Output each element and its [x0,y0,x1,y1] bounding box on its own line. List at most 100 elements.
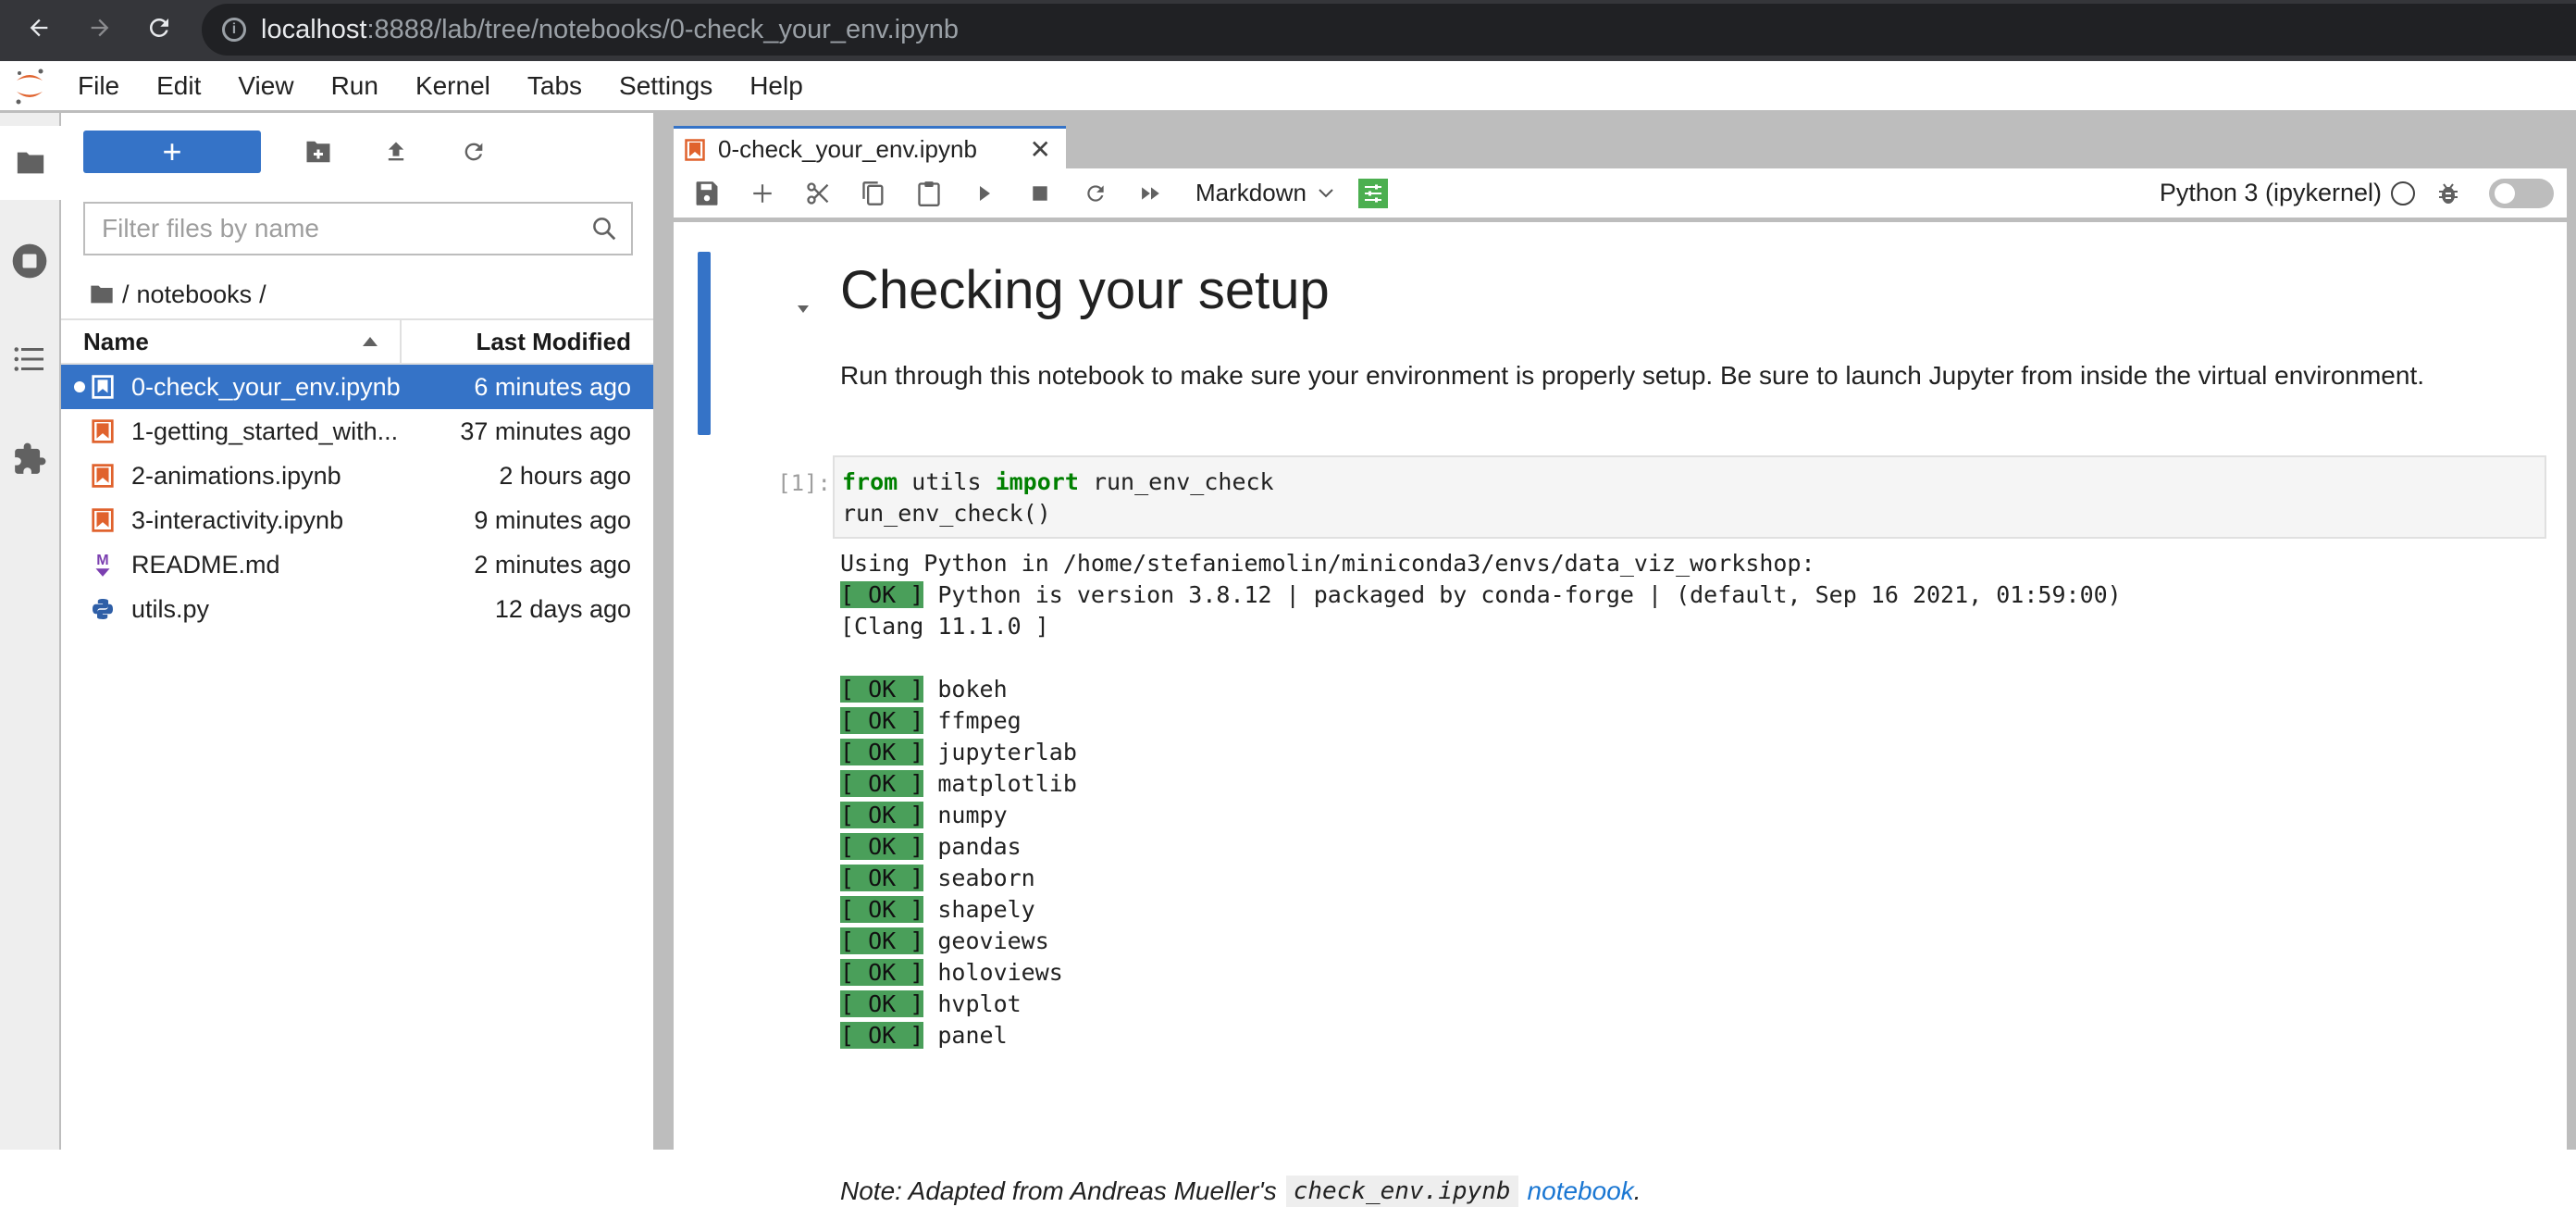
code-token: run_env_check [1078,468,1274,495]
panel-splitter[interactable] [653,113,668,1150]
interrupt-kernel-button[interactable] [1023,177,1057,210]
file-list: 0-check_your_env.ipynb 6 minutes ago 1-g… [61,365,653,631]
list-icon [14,347,43,371]
active-cell-indicator[interactable] [698,252,711,435]
ok-badge: [ OK ] [840,959,924,986]
collapse-heading-icon[interactable] [798,305,809,313]
file-row-utils[interactable]: utils.py 12 days ago [61,587,653,631]
notebook-link[interactable]: notebook [1528,1176,1634,1206]
file-browser-toolbar: + [83,130,494,174]
refresh-file-list-button[interactable] [453,131,494,172]
file-row-1-getting-started[interactable]: 1-getting_started_with... 37 minutes ago [61,409,653,454]
new-folder-button[interactable] [298,131,339,172]
debugger-toggle[interactable] [2489,178,2554,208]
file-row-readme[interactable]: M README.md 2 minutes ago [61,542,653,587]
table-of-contents-tab[interactable] [0,322,59,396]
ok-badge: [ OK ] [840,739,924,765]
code-cell-editor[interactable]: from utils import run_env_check run_env_… [833,455,2546,539]
restart-run-all-button[interactable] [1134,177,1168,210]
save-icon [696,180,718,205]
copy-cell-button[interactable] [857,177,890,210]
svg-text:M: M [96,552,108,568]
upload-icon [388,142,404,161]
restart-kernel-button[interactable] [1079,177,1112,210]
file-name: README.md [131,550,280,579]
running-sessions-tab[interactable] [0,224,59,298]
menu-kernel[interactable]: Kernel [415,71,490,101]
save-button[interactable] [690,177,724,210]
insert-cell-button[interactable] [746,177,779,210]
cell-type-value: Markdown [1195,179,1307,206]
ok-badge: [ OK ] [840,676,924,703]
file-row-0-check-your-env[interactable]: 0-check_your_env.ipynb 6 minutes ago [61,365,653,409]
paste-cell-button[interactable] [912,177,946,210]
menu-view[interactable]: View [238,71,293,101]
left-activity-bar [0,113,61,1150]
extension-manager-tab[interactable] [0,422,59,496]
menu-settings[interactable]: Settings [619,71,712,101]
file-row-3-interactivity[interactable]: 3-interactivity.ipynb 9 minutes ago [61,498,653,542]
menu-run[interactable]: Run [331,71,378,101]
ok-badge: [ OK ] [840,802,924,828]
menu-file[interactable]: File [78,71,119,101]
reload-button[interactable] [141,9,178,46]
plus-icon [753,183,772,203]
jupyter-logo-icon [0,60,61,112]
file-name: utils.py [131,594,210,623]
site-info-icon[interactable]: i [222,18,246,42]
code-keyword: from [842,468,898,495]
sliders-icon [1364,184,1381,202]
search-icon [593,218,616,241]
cell-type-dropdown[interactable]: Markdown [1195,179,1334,207]
file-modified: 37 minutes ago [460,417,631,445]
ok-badge: [ OK ] [840,833,924,860]
main-menu-bar: File Edit View Run Kernel Tabs Settings … [0,61,2576,113]
python-file-icon [91,597,115,621]
column-header-last-modified[interactable]: Last Modified [402,328,653,356]
file-filter-input[interactable] [85,214,566,243]
package-name: panel [923,1022,1008,1049]
code-keyword: import [995,468,1079,495]
close-tab-icon[interactable]: ✕ [1030,134,1051,165]
file-name: 2-animations.ipynb [131,461,341,490]
breadcrumb: / notebooks / [89,267,274,322]
debugger-bug-icon[interactable] [2437,181,2459,205]
cut-cell-button[interactable] [801,177,835,210]
back-button[interactable] [20,9,57,46]
ok-badge: [ OK ] [840,1022,924,1049]
package-name: seaborn [923,865,1035,891]
file-list-header: Name Last Modified [61,318,653,365]
menu-edit[interactable]: Edit [156,71,201,101]
forward-button[interactable] [81,9,118,46]
file-browser-tab[interactable] [0,126,61,200]
kernel-idle-status-icon [2391,180,2415,205]
tab-0-check-your-env[interactable]: 0-check_your_env.ipynb ✕ [674,126,1066,170]
file-modified: 9 minutes ago [474,505,631,534]
package-name: jupyterlab [923,739,1077,765]
note-suffix: . [1633,1176,1641,1205]
output-line: [Clang 11.1.0 ] [840,613,1049,640]
file-row-2-animations[interactable]: 2-animations.ipynb 2 hours ago [61,454,653,498]
package-name: holoviews [923,959,1063,986]
ok-badge: [ OK ] [840,865,924,891]
file-name: 3-interactivity.ipynb [131,505,344,534]
column-header-name[interactable]: Name [61,320,402,363]
menu-help[interactable]: Help [749,71,803,101]
breadcrumb-notebooks[interactable]: notebooks [137,280,253,309]
ok-badge: [ OK ] [840,927,924,954]
kernel-name-button[interactable]: Python 3 (ipykernel) [2160,179,2382,207]
menu-tabs[interactable]: Tabs [527,71,582,101]
address-bar[interactable]: i localhost:8888/lab/tree/notebooks/0-ch… [202,4,2576,56]
refresh-icon [1087,184,1104,202]
run-cell-button[interactable] [968,177,1001,210]
package-name: shapely [923,896,1035,923]
new-launcher-button[interactable]: + [83,131,261,173]
url-text[interactable]: localhost:8888/lab/tree/notebooks/0-chec… [261,15,959,45]
upload-button[interactable] [376,131,416,172]
property-inspector-button[interactable] [1357,178,1388,208]
file-filter [83,202,633,255]
notebook-intro-text: Run through this notebook to make sure y… [840,361,2425,390]
markdown-file-icon: M [91,552,115,577]
refresh-icon [464,143,483,161]
home-folder-icon[interactable] [89,283,115,305]
